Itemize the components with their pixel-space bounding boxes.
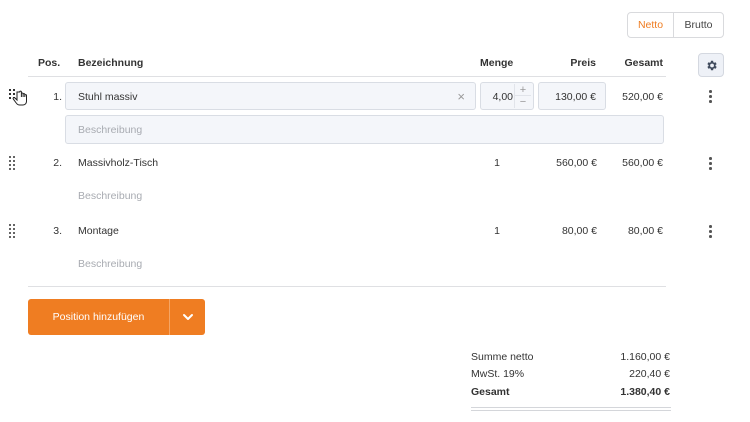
item-name-value: Stuhl massiv <box>78 91 138 103</box>
description-placeholder[interactable]: Beschreibung <box>78 258 142 270</box>
price-value: 130,00 € <box>555 91 596 103</box>
item-name[interactable]: Massivholz-Tisch <box>78 157 158 169</box>
add-position-button[interactable]: Position hinzufügen <box>28 299 170 335</box>
total-underline <box>471 407 671 408</box>
grand-total-label: Gesamt <box>471 386 510 398</box>
column-header-qty: Menge <box>480 57 514 69</box>
netto-option[interactable]: Netto <box>628 13 674 37</box>
description-placeholder: Beschreibung <box>78 124 143 136</box>
column-settings-button[interactable] <box>698 53 724 77</box>
item-name[interactable]: Montage <box>78 225 119 237</box>
add-position-dropdown-button[interactable] <box>170 299 205 335</box>
item-quantity[interactable]: 1 <box>470 157 500 169</box>
quantity-value: 4,00 <box>492 91 513 103</box>
price-mode-toggle: Netto Brutto <box>627 12 724 38</box>
row-total: 560,00 € <box>622 157 663 169</box>
row-total: 80,00 € <box>627 225 663 237</box>
header-divider <box>28 76 666 77</box>
item-price[interactable]: 560,00 € <box>530 157 597 169</box>
item-price[interactable]: 80,00 € <box>530 225 597 237</box>
grand-total-value: 1.380,40 € <box>620 386 670 398</box>
more-vertical-icon[interactable] <box>708 90 713 103</box>
more-vertical-icon[interactable] <box>708 225 713 238</box>
item-quantity[interactable]: 1 <box>470 225 500 237</box>
description-placeholder[interactable]: Beschreibung <box>78 190 142 202</box>
brutto-option[interactable]: Brutto <box>674 13 723 37</box>
column-header-price: Preis <box>570 57 596 69</box>
clear-icon[interactable]: × <box>457 89 465 104</box>
drag-handle-icon[interactable] <box>9 156 17 170</box>
vat-label: MwSt. 19% <box>471 368 525 380</box>
column-header-name: Bezeichnung <box>78 57 144 69</box>
column-header-total: Gesamt <box>624 57 663 69</box>
row-total: 520,00 € <box>622 91 663 103</box>
increment-button[interactable]: + <box>515 84 531 96</box>
net-total-value: 1.160,00 € <box>620 351 670 363</box>
decrement-button[interactable]: − <box>515 96 531 108</box>
row-position: 2. <box>53 157 62 169</box>
vat-value: 220,40 € <box>629 368 670 380</box>
row-position: 1. <box>53 91 62 103</box>
chevron-down-icon <box>182 314 193 320</box>
items-divider <box>28 286 666 287</box>
hand-cursor-icon[interactable] <box>8 86 30 108</box>
item-name-input[interactable]: Stuhl massiv × <box>65 82 476 110</box>
add-position-split-button: Position hinzufügen <box>28 299 205 335</box>
price-input[interactable]: 130,00 € <box>538 82 606 110</box>
description-input[interactable]: Beschreibung <box>65 115 664 144</box>
more-vertical-icon[interactable] <box>708 157 713 170</box>
total-double-underline <box>471 410 671 411</box>
quantity-stepper[interactable]: 4,00 + − <box>480 82 534 110</box>
column-header-pos: Pos. <box>38 57 61 69</box>
net-total-label: Summe netto <box>471 351 534 363</box>
gear-icon <box>706 60 717 70</box>
row-position: 3. <box>53 225 62 237</box>
drag-handle-icon[interactable] <box>9 224 17 238</box>
stepper-controls: + − <box>514 84 531 108</box>
